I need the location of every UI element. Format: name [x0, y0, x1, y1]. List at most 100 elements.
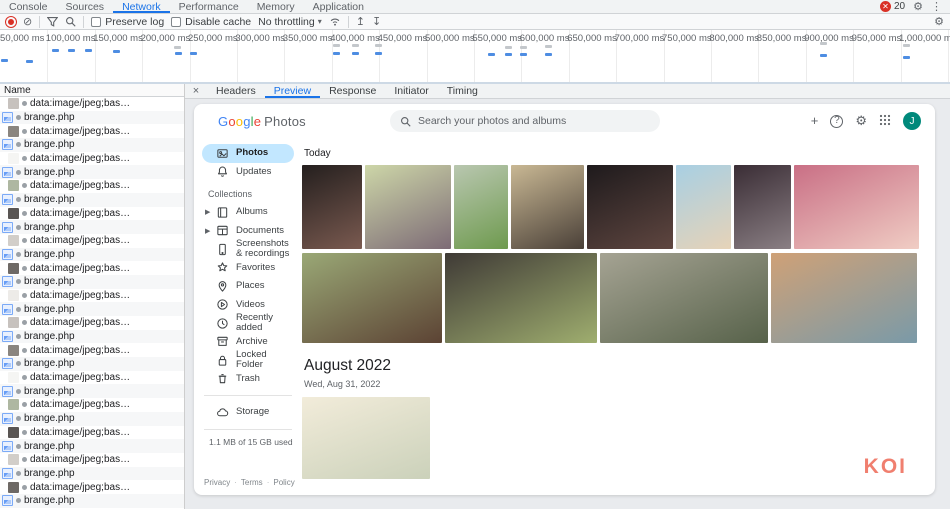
table-row[interactable]: data:image/jpeg;bas… [0, 398, 184, 412]
table-row[interactable]: data:image/jpeg;bas… [0, 453, 184, 467]
table-row[interactable]: brange.php [0, 275, 184, 289]
request-bar[interactable] [520, 46, 527, 49]
sidebar-item-photos[interactable]: Photos [202, 144, 294, 163]
request-bar[interactable] [1, 59, 8, 62]
request-bar[interactable] [174, 46, 181, 49]
tab-application[interactable]: Application [304, 0, 373, 13]
tab-timing[interactable]: Timing [438, 84, 487, 98]
table-row[interactable]: brange.php [0, 467, 184, 481]
request-bar[interactable] [333, 44, 340, 47]
request-bar[interactable] [175, 52, 182, 55]
sidebar-item-places[interactable]: Places [202, 277, 294, 296]
table-row[interactable]: brange.php [0, 302, 184, 316]
network-overview-timeline[interactable]: 50,000 ms100,000 ms150,000 ms200,000 ms2… [0, 30, 950, 84]
photo-tile[interactable] [676, 165, 731, 249]
tab-response[interactable]: Response [320, 84, 385, 98]
error-count-badge[interactable]: ✕ 20 [880, 1, 905, 12]
table-row[interactable]: data:image/jpeg;bas… [0, 316, 184, 330]
table-row[interactable]: data:image/jpeg;bas… [0, 179, 184, 193]
request-bar[interactable] [375, 52, 382, 55]
request-bar[interactable] [903, 44, 910, 47]
table-row[interactable]: data:image/jpeg;bas… [0, 124, 184, 138]
request-bar[interactable] [333, 52, 340, 55]
import-har-icon[interactable]: ↥ [356, 17, 365, 27]
search-input[interactable] [418, 115, 650, 127]
table-row[interactable]: brange.php [0, 220, 184, 234]
request-bar[interactable] [352, 44, 359, 47]
avatar[interactable]: J [903, 112, 921, 130]
upload-plus-icon[interactable]: + [811, 114, 819, 128]
tab-network[interactable]: Network [113, 0, 170, 13]
footer-link-policy[interactable]: Policy [273, 478, 294, 487]
request-bar[interactable] [520, 53, 527, 56]
table-row[interactable]: brange.php [0, 357, 184, 371]
request-bar[interactable] [505, 53, 512, 56]
footer-link-privacy[interactable]: Privacy [204, 478, 230, 487]
footer-link-terms[interactable]: Terms [241, 478, 263, 487]
sidebar-item-locked-folder[interactable]: Locked Folder [202, 351, 294, 370]
request-bar[interactable] [488, 53, 495, 56]
close-icon[interactable]: × [185, 84, 207, 98]
tab-initiator[interactable]: Initiator [385, 84, 437, 98]
table-row[interactable]: brange.php [0, 111, 184, 125]
sidebar-item-albums[interactable]: ▶Albums [202, 203, 294, 222]
photo-tile[interactable] [302, 253, 442, 343]
photo-tile[interactable] [511, 165, 584, 249]
apps-grid-icon[interactable] [879, 114, 891, 129]
sidebar-item-trash[interactable]: Trash [202, 370, 294, 389]
table-row[interactable]: brange.php [0, 165, 184, 179]
request-bar[interactable] [52, 49, 59, 52]
table-row[interactable]: data:image/jpeg;bas… [0, 261, 184, 275]
preserve-log-checkbox[interactable]: Preserve log [91, 16, 164, 28]
request-bar[interactable] [352, 52, 359, 55]
photo-tile[interactable] [302, 165, 362, 249]
photo-tile[interactable] [734, 165, 791, 249]
request-bar[interactable] [26, 60, 33, 63]
network-conditions-icon[interactable] [329, 16, 341, 27]
tab-preview[interactable]: Preview [265, 84, 320, 98]
table-row[interactable]: data:image/jpeg;bas… [0, 480, 184, 494]
table-row[interactable]: brange.php [0, 193, 184, 207]
photo-tile[interactable] [445, 253, 597, 343]
google-photos-logo[interactable]: GooglePhotos [218, 114, 348, 129]
sidebar-item-archive[interactable]: Archive [202, 333, 294, 352]
table-row[interactable]: brange.php [0, 439, 184, 453]
request-bar[interactable] [903, 56, 910, 59]
table-row[interactable]: data:image/jpeg;bas… [0, 207, 184, 221]
settings-gear-icon[interactable]: ⚙ [913, 0, 923, 13]
table-row[interactable]: data:image/jpeg;bas… [0, 289, 184, 303]
photo-tile[interactable] [587, 165, 673, 249]
photos-search-bar[interactable] [390, 110, 660, 132]
name-column-header[interactable]: Name [0, 84, 184, 97]
sidebar-item-documents[interactable]: ▶Documents [202, 222, 294, 241]
disable-cache-checkbox[interactable]: Disable cache [171, 16, 251, 28]
sidebar-item-favorites[interactable]: Favorites [202, 259, 294, 278]
tab-headers[interactable]: Headers [207, 84, 265, 98]
photo-tile[interactable] [600, 253, 768, 343]
request-bar[interactable] [505, 46, 512, 49]
export-har-icon[interactable]: ↧ [372, 17, 381, 27]
table-row[interactable]: brange.php [0, 384, 184, 398]
request-bar[interactable] [545, 53, 552, 56]
table-row[interactable]: brange.php [0, 138, 184, 152]
table-row[interactable]: brange.php [0, 330, 184, 344]
sidebar-item-videos[interactable]: Videos [202, 296, 294, 315]
request-bar[interactable] [190, 52, 197, 55]
table-row[interactable]: data:image/jpeg;bas… [0, 343, 184, 357]
request-bar[interactable] [113, 50, 120, 53]
tab-sources[interactable]: Sources [57, 0, 114, 13]
sidebar-item-screenshots-recordings[interactable]: Screenshots & recordings [202, 240, 294, 259]
table-row[interactable]: brange.php [0, 494, 184, 508]
expand-arrow-icon[interactable]: ▶ [205, 227, 210, 235]
clear-icon[interactable]: ⊘ [23, 17, 32, 27]
request-bar[interactable] [68, 49, 75, 52]
request-bar[interactable] [545, 45, 552, 48]
filter-icon[interactable] [47, 16, 58, 27]
table-row[interactable]: data:image/jpeg;bas… [0, 234, 184, 248]
record-button[interactable] [6, 17, 16, 27]
request-bar[interactable] [85, 49, 92, 52]
request-bar[interactable] [820, 42, 827, 45]
expand-arrow-icon[interactable]: ▶ [205, 208, 210, 216]
table-row[interactable]: brange.php [0, 248, 184, 262]
more-menu-icon[interactable]: ⋮ [931, 0, 942, 13]
